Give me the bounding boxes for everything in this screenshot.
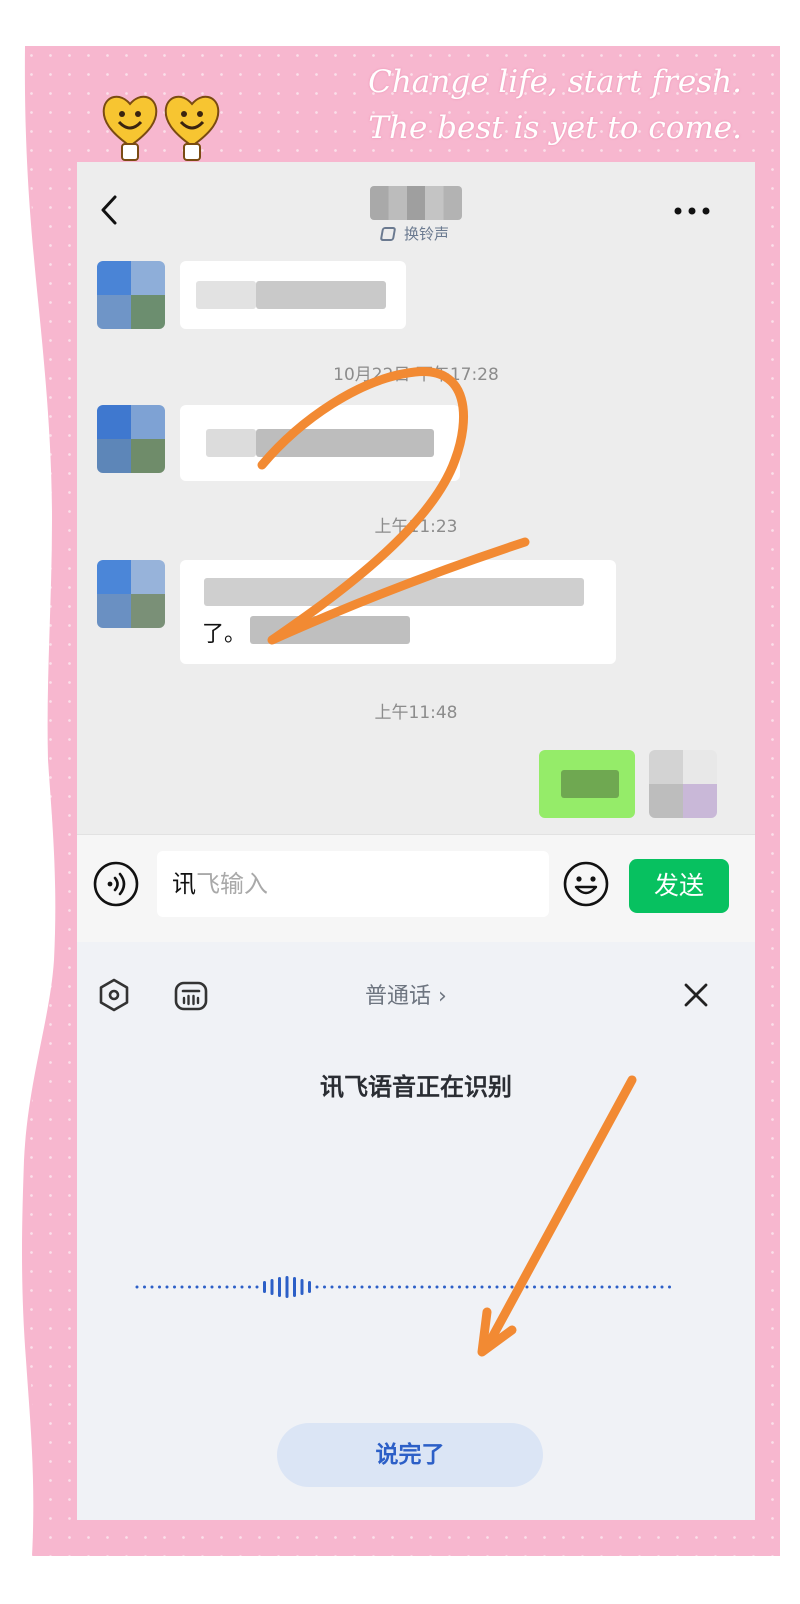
annotation-arrow: [483, 1075, 637, 1350]
annotation-number-2: [257, 367, 530, 645]
annotation-overlay: [257, 367, 637, 1357]
